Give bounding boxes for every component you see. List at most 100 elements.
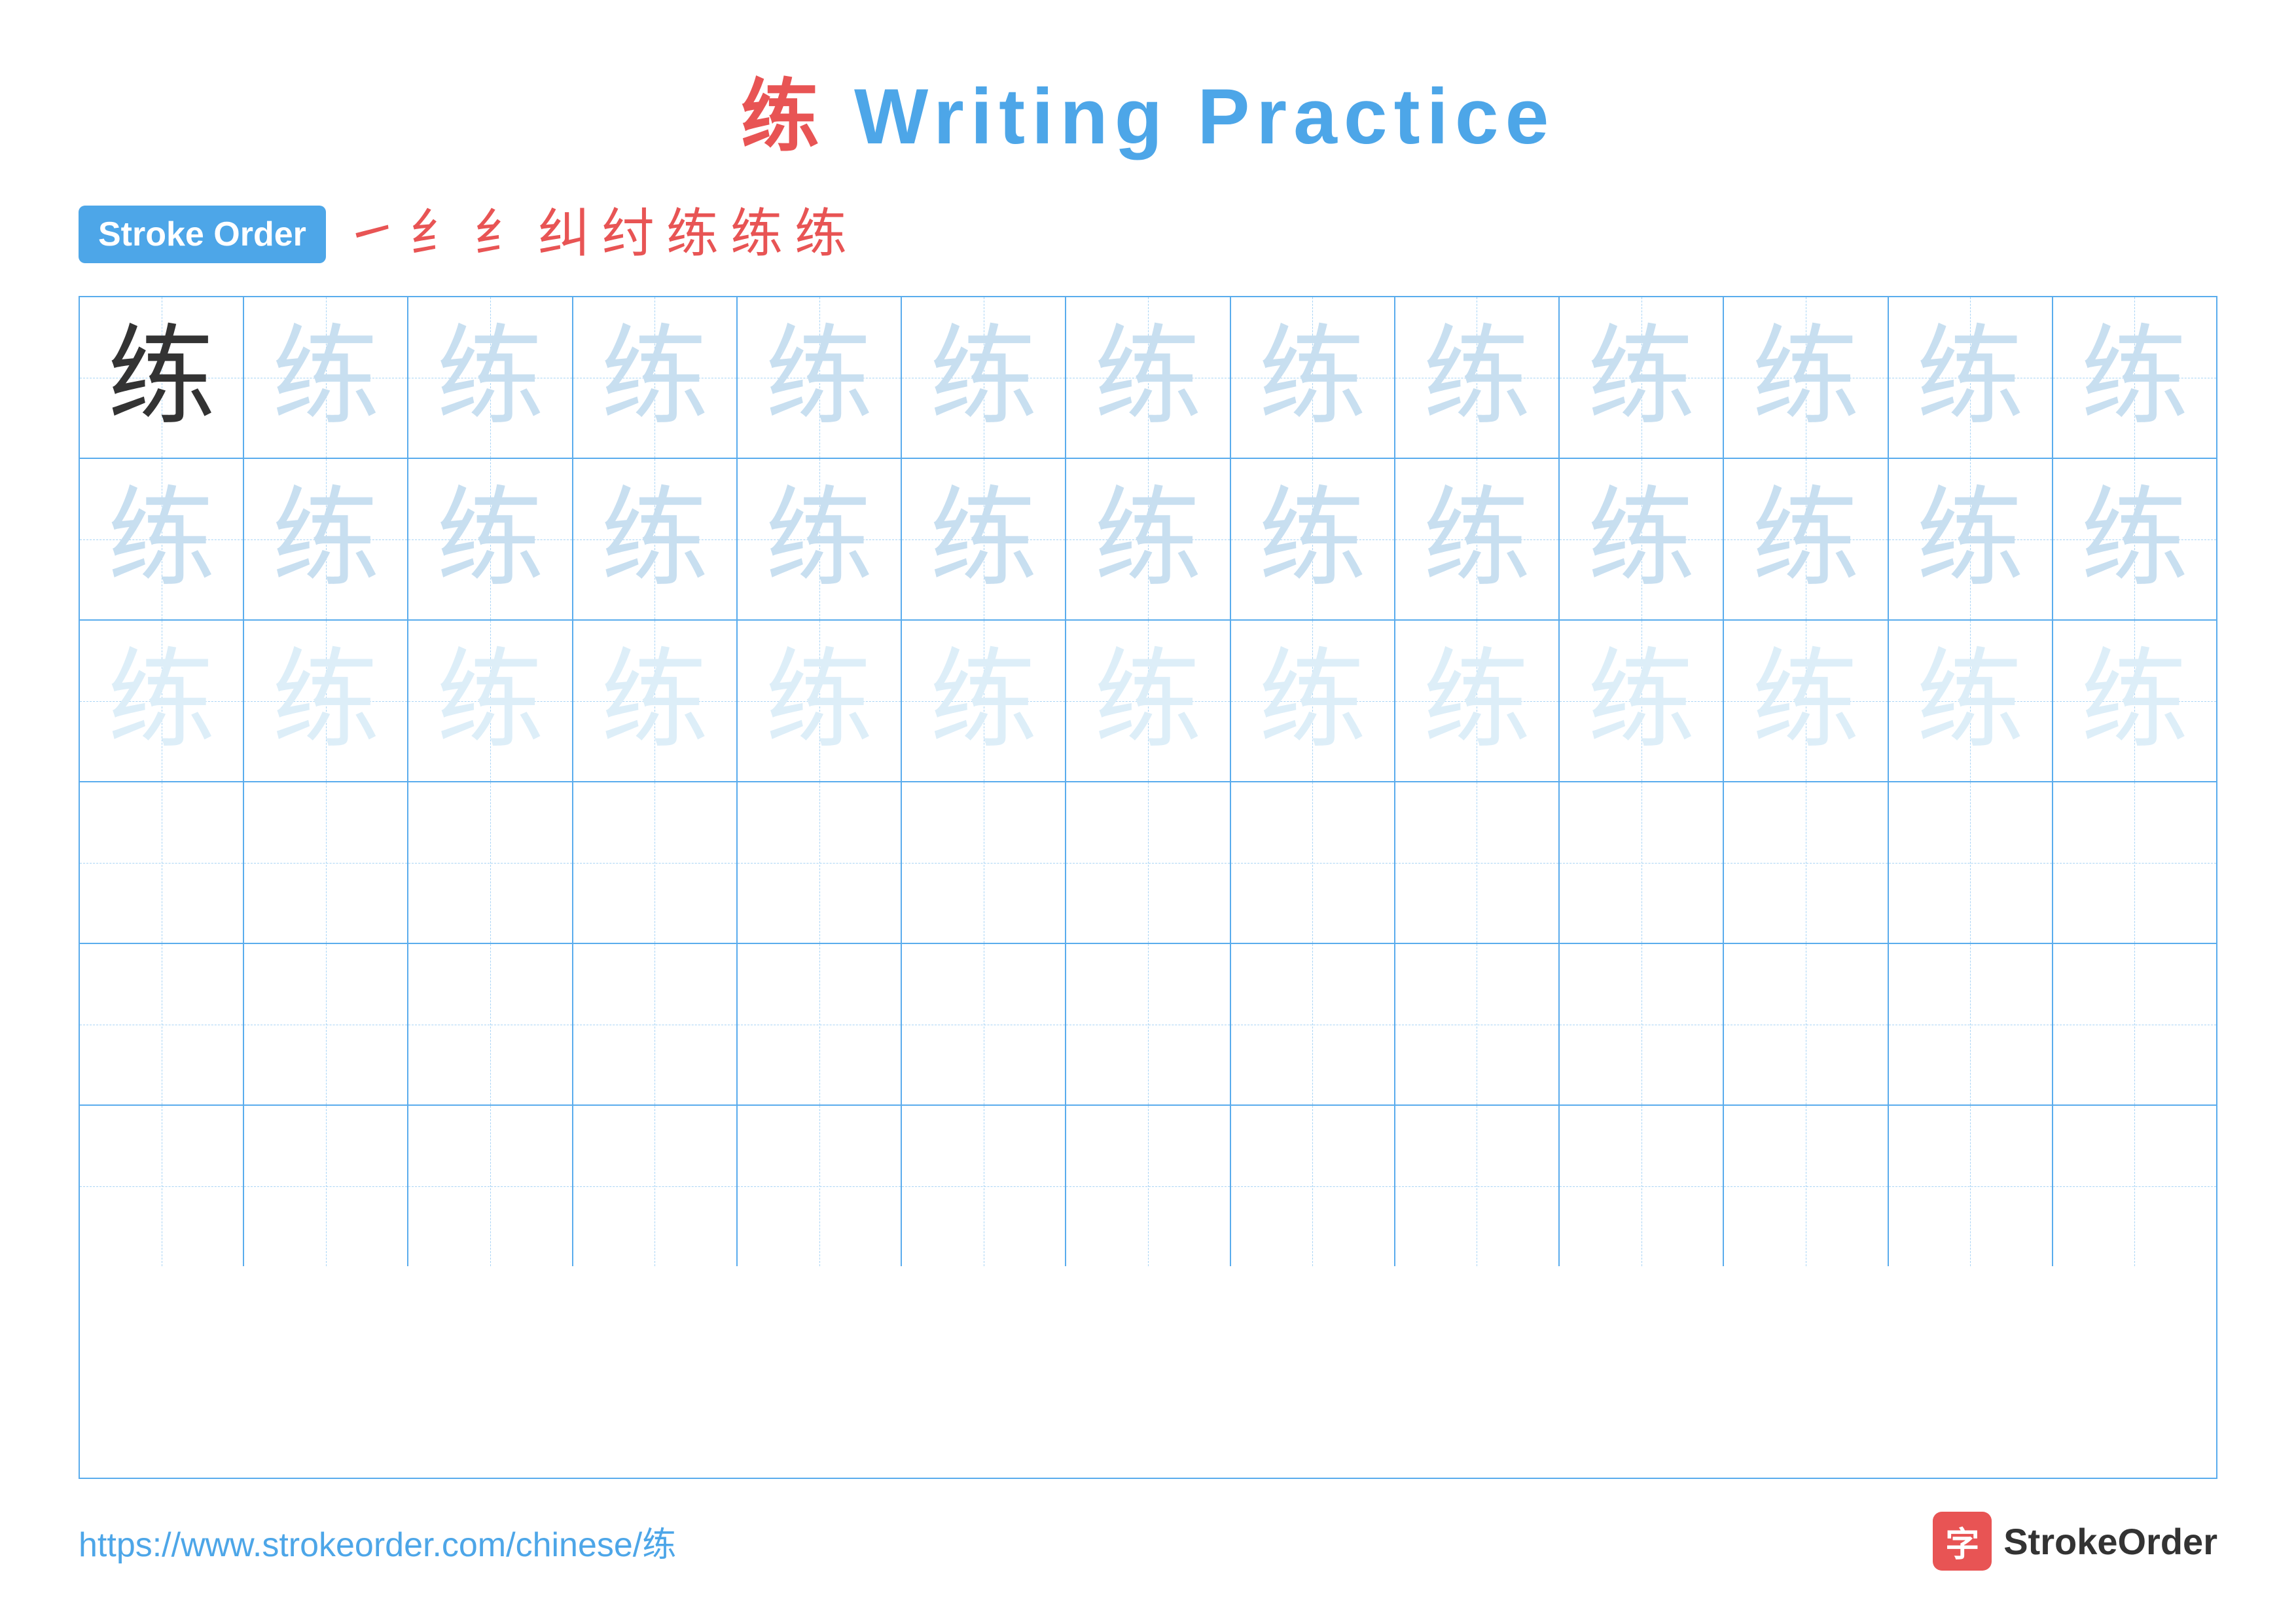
- stroke-order-badge: Stroke Order: [79, 206, 326, 263]
- grid-cell[interactable]: 练: [1724, 297, 1888, 458]
- grid-cell[interactable]: [902, 1106, 1066, 1266]
- grid-cell[interactable]: 练: [738, 621, 902, 781]
- grid-cell[interactable]: [1066, 944, 1230, 1104]
- char-solid: 练: [107, 323, 215, 431]
- grid-cell[interactable]: 练: [80, 459, 244, 619]
- grid-cell[interactable]: 练: [1889, 621, 2053, 781]
- grid-cell[interactable]: 练: [1066, 297, 1230, 458]
- grid-cell[interactable]: [1395, 1106, 1560, 1266]
- grid-cell[interactable]: [408, 944, 573, 1104]
- grid-cell[interactable]: [2053, 944, 2216, 1104]
- grid-cell[interactable]: 练: [1231, 297, 1395, 458]
- grid-cell[interactable]: 练: [1231, 459, 1395, 619]
- grid-cell[interactable]: [1231, 944, 1395, 1104]
- grid-cell[interactable]: [902, 782, 1066, 943]
- grid-cell[interactable]: 练: [2053, 621, 2216, 781]
- page-title: 练 Writing Practice: [741, 52, 1556, 166]
- grid-cell[interactable]: 练: [2053, 459, 2216, 619]
- grid-cell[interactable]: [1889, 944, 2053, 1104]
- grid-cell[interactable]: 练: [408, 459, 573, 619]
- grid-cell[interactable]: [408, 782, 573, 943]
- grid-cell[interactable]: [408, 1106, 573, 1266]
- grid-cell[interactable]: 练: [1560, 459, 1724, 619]
- grid-cell[interactable]: [244, 1106, 408, 1266]
- stroke-3: 纟: [474, 208, 526, 261]
- grid-cell[interactable]: [1724, 1106, 1888, 1266]
- grid-cell[interactable]: 练: [1395, 297, 1560, 458]
- brand-name: StrokeOrder: [2003, 1520, 2217, 1563]
- grid-row-3: 练 练 练 练 练 练 练 练 练 练 练 练 练: [80, 621, 2216, 782]
- grid-cell[interactable]: 练: [2053, 297, 2216, 458]
- grid-cell[interactable]: 练: [1395, 621, 1560, 781]
- grid-cell[interactable]: [1724, 782, 1888, 943]
- stroke-8: 练: [795, 208, 847, 261]
- grid-cell[interactable]: 练: [1889, 459, 2053, 619]
- grid-cell[interactable]: [244, 944, 408, 1104]
- grid-cell[interactable]: [1066, 1106, 1230, 1266]
- grid-cell[interactable]: [1560, 782, 1724, 943]
- grid-cell[interactable]: [1066, 782, 1230, 943]
- grid-cell[interactable]: [1560, 1106, 1724, 1266]
- grid-cell[interactable]: 练: [408, 297, 573, 458]
- grid-cell[interactable]: 练: [1066, 459, 1230, 619]
- grid-cell[interactable]: 练: [408, 621, 573, 781]
- grid-cell[interactable]: [1231, 1106, 1395, 1266]
- stroke-1: ㇀: [346, 208, 398, 261]
- grid-cell[interactable]: [244, 782, 408, 943]
- grid-cell[interactable]: [1889, 782, 2053, 943]
- grid-cell[interactable]: 练: [80, 297, 244, 458]
- grid-cell[interactable]: 练: [1724, 459, 1888, 619]
- grid-cell[interactable]: 练: [1231, 621, 1395, 781]
- grid-cell[interactable]: 练: [738, 459, 902, 619]
- grid-cell[interactable]: 练: [244, 621, 408, 781]
- stroke-5: 纣: [602, 208, 655, 261]
- grid-cell[interactable]: [2053, 1106, 2216, 1266]
- footer: https://www.strokeorder.com/chinese/练 字 …: [79, 1512, 2217, 1571]
- stroke-sequence: ㇀ 纟 纟 纠 纣 练 练 练: [346, 208, 847, 261]
- grid-cell[interactable]: 练: [902, 621, 1066, 781]
- grid-row-5: [80, 944, 2216, 1106]
- grid-cell[interactable]: [1724, 944, 1888, 1104]
- stroke-2: 纟: [410, 208, 462, 261]
- grid-cell[interactable]: [573, 1106, 738, 1266]
- grid-row-4: [80, 782, 2216, 944]
- grid-cell[interactable]: [1395, 944, 1560, 1104]
- grid-cell[interactable]: 练: [738, 297, 902, 458]
- grid-cell[interactable]: [1560, 944, 1724, 1104]
- footer-brand: 字 StrokeOrder: [1933, 1512, 2217, 1571]
- grid-cell[interactable]: 练: [1395, 459, 1560, 619]
- grid-cell[interactable]: [738, 782, 902, 943]
- grid-cell[interactable]: 练: [1066, 621, 1230, 781]
- stroke-6: 练: [666, 208, 719, 261]
- grid-cell[interactable]: [80, 944, 244, 1104]
- title-text: Writing Practice: [826, 73, 1556, 160]
- title-chinese-char: 练: [741, 73, 826, 160]
- grid-cell[interactable]: [80, 1106, 244, 1266]
- grid-cell[interactable]: [738, 944, 902, 1104]
- grid-cell[interactable]: [1889, 1106, 2053, 1266]
- grid-cell[interactable]: 练: [902, 459, 1066, 619]
- footer-url[interactable]: https://www.strokeorder.com/chinese/练: [79, 1517, 676, 1566]
- grid-cell[interactable]: [2053, 782, 2216, 943]
- grid-cell[interactable]: 练: [244, 297, 408, 458]
- grid-cell[interactable]: 练: [1560, 297, 1724, 458]
- grid-cell[interactable]: [902, 944, 1066, 1104]
- grid-cell[interactable]: 练: [1889, 297, 2053, 458]
- grid-cell[interactable]: [80, 782, 244, 943]
- grid-cell[interactable]: [573, 944, 738, 1104]
- grid-cell[interactable]: 练: [573, 621, 738, 781]
- grid-row-2: 练 练 练 练 练 练 练 练 练 练 练 练 练: [80, 459, 2216, 621]
- grid-cell[interactable]: [573, 782, 738, 943]
- grid-row-6: [80, 1106, 2216, 1266]
- grid-cell[interactable]: 练: [902, 297, 1066, 458]
- grid-cell[interactable]: 练: [244, 459, 408, 619]
- grid-cell[interactable]: 练: [573, 297, 738, 458]
- grid-cell[interactable]: 练: [1560, 621, 1724, 781]
- grid-cell[interactable]: [1231, 782, 1395, 943]
- grid-cell[interactable]: 练: [1724, 621, 1888, 781]
- grid-cell[interactable]: 练: [80, 621, 244, 781]
- grid-cell[interactable]: [1395, 782, 1560, 943]
- grid-cell[interactable]: 练: [573, 459, 738, 619]
- page: 练 Writing Practice Stroke Order ㇀ 纟 纟 纠 …: [0, 0, 2296, 1623]
- grid-cell[interactable]: [738, 1106, 902, 1266]
